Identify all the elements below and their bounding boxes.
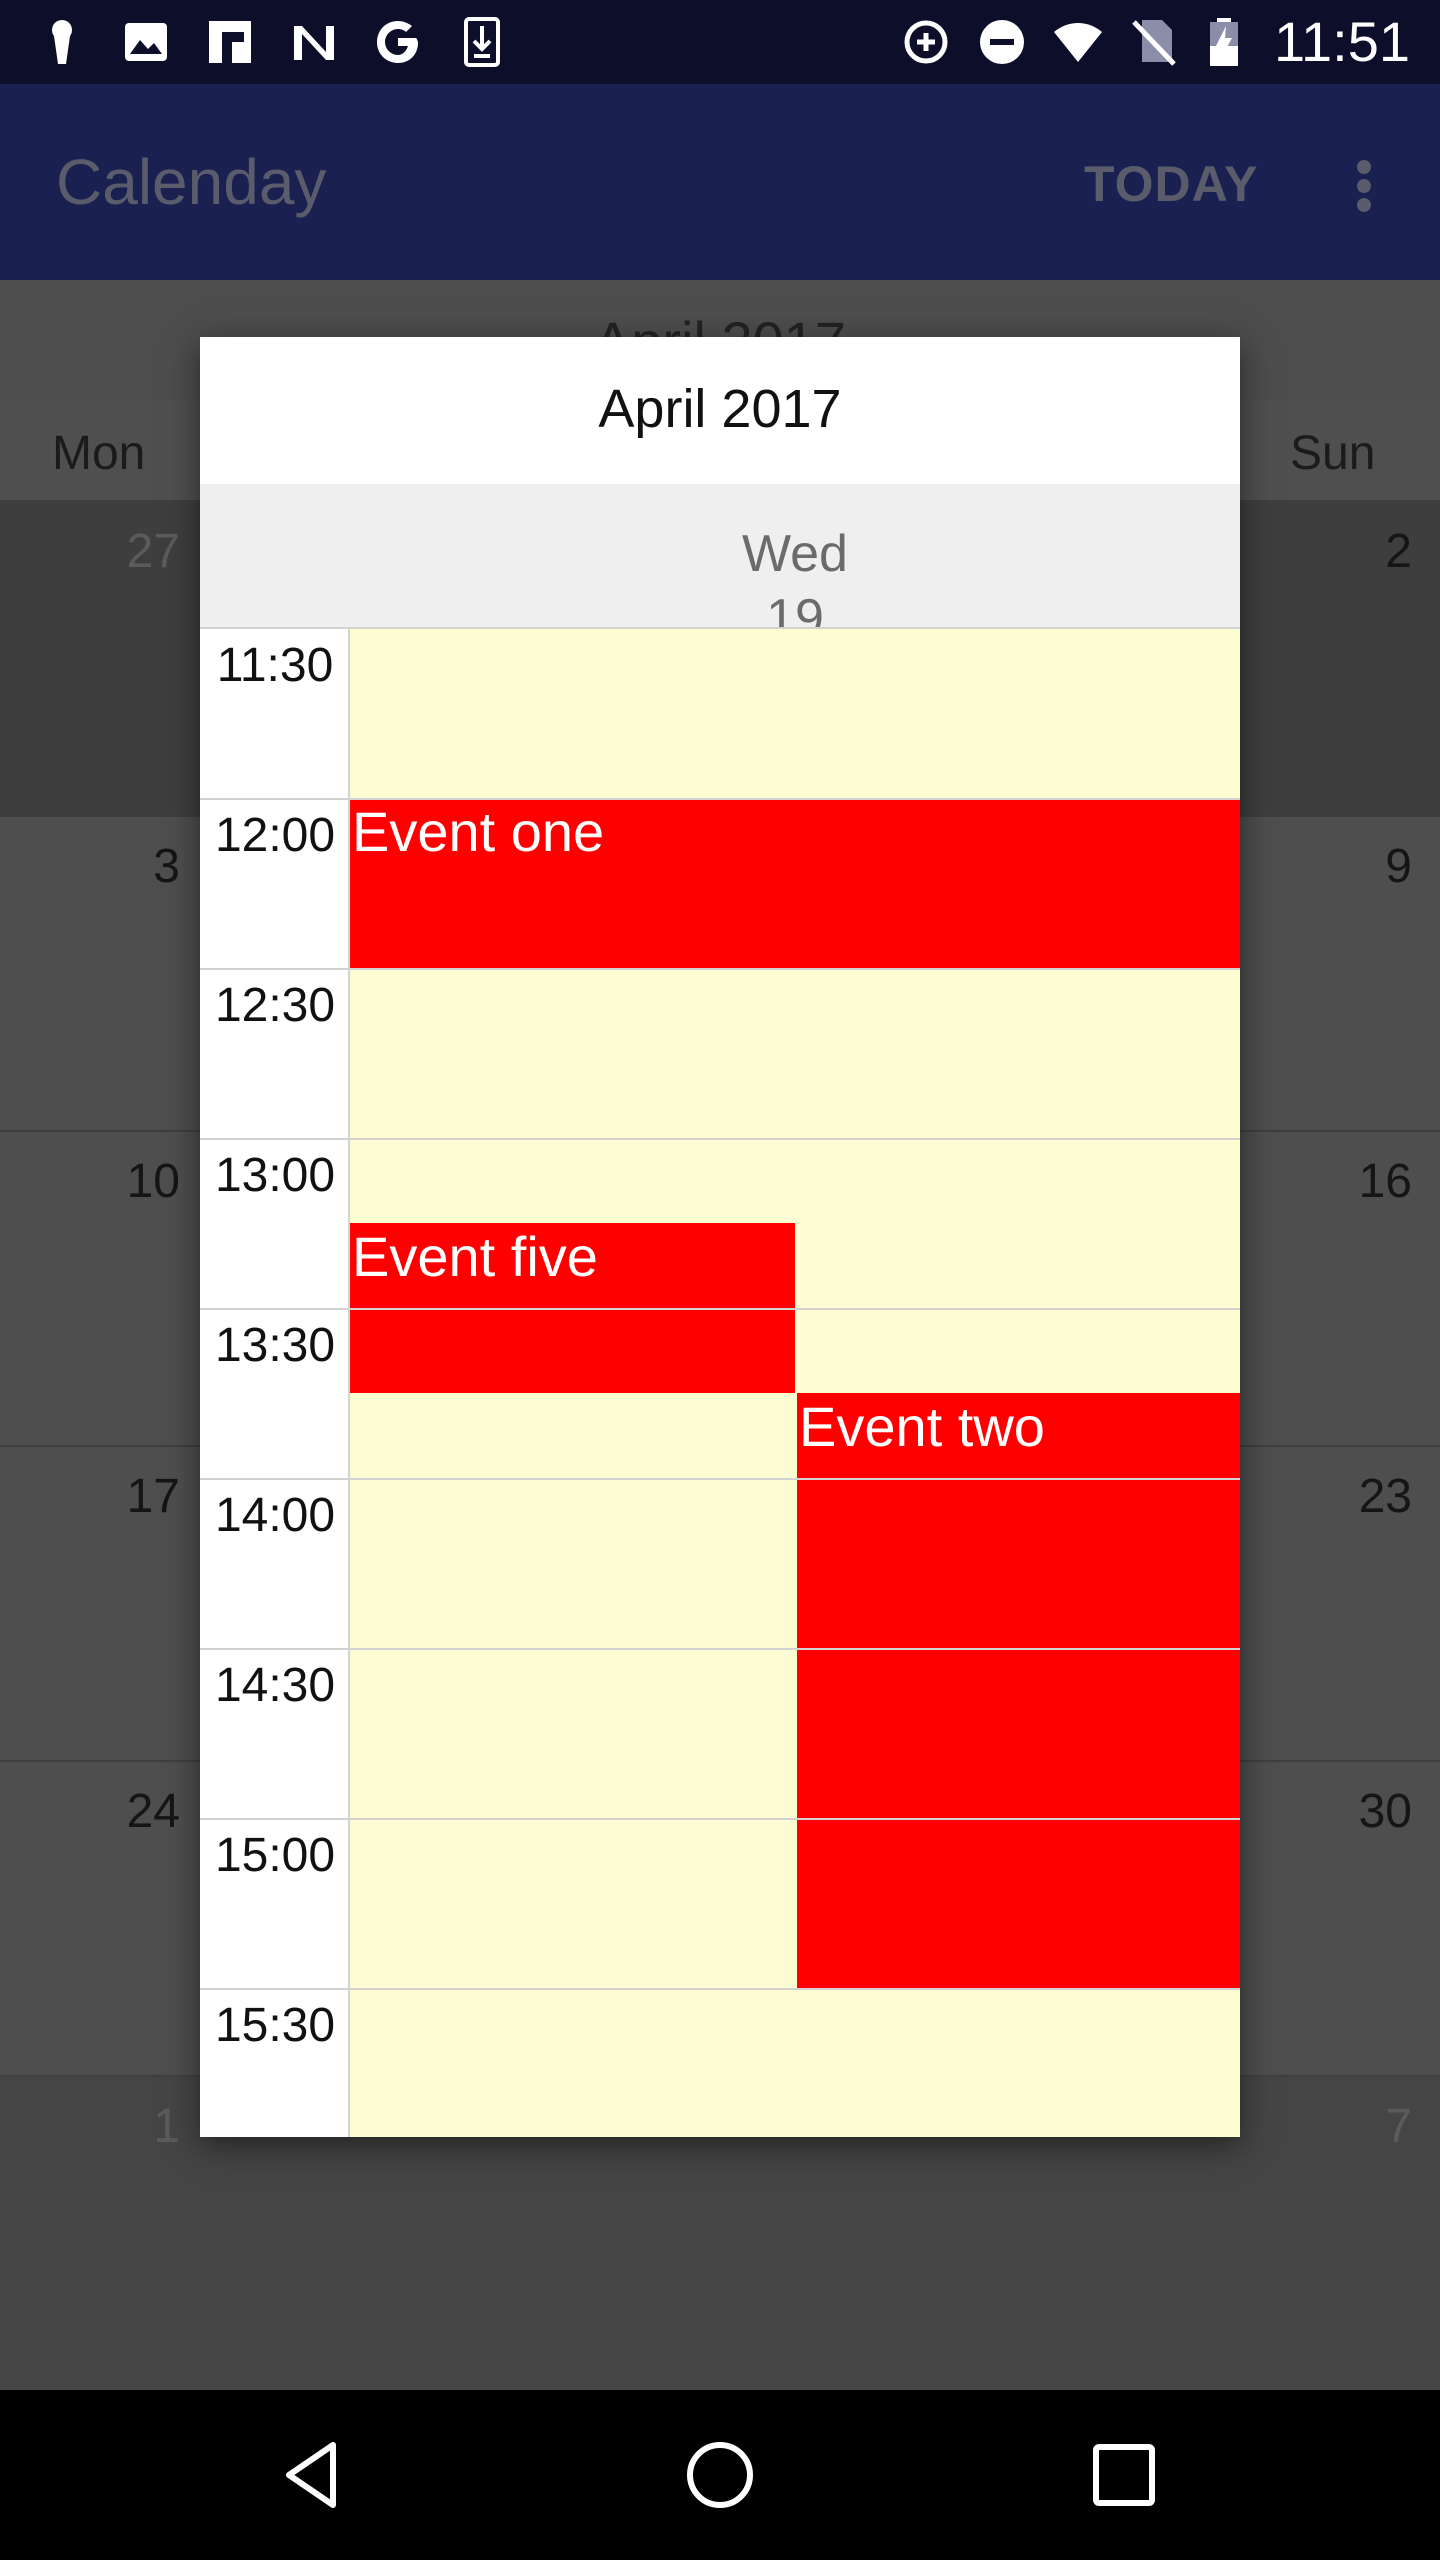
day-header: Wed 19: [200, 484, 1240, 646]
slot-divider: [200, 1308, 1240, 1310]
slot-divider: [200, 1818, 1240, 1820]
wifi-icon: [1052, 16, 1104, 68]
google-icon: [372, 16, 424, 68]
calendar-event[interactable]: Event two: [797, 1393, 1240, 1988]
slot-divider: [200, 1988, 1240, 1990]
keyhole-icon: [36, 16, 88, 68]
data-saver-icon: [900, 16, 952, 68]
app-title: Calenday: [56, 146, 327, 218]
weekday-sun: Sun: [1290, 427, 1376, 480]
day-cell[interactable]: 17: [100, 1469, 180, 1525]
day-cell[interactable]: 3: [100, 839, 180, 895]
time-slot-label: 15:30: [214, 1999, 336, 2052]
day-header-weekday: Wed: [742, 525, 848, 583]
time-slot-label: 14:30: [214, 1659, 336, 1712]
slot-divider: [200, 968, 1240, 970]
battery-charging-icon: [1198, 16, 1250, 68]
overflow-menu-icon[interactable]: [1338, 154, 1390, 218]
day-cell[interactable]: 23: [1332, 1469, 1412, 1525]
day-view-dialog: April 2017 Wed 19 11:30 12:00 12:30 13:00 13…: [200, 337, 1240, 2137]
image-icon: [120, 16, 172, 68]
navigation-bar: [0, 2390, 1440, 2560]
slot-divider: [200, 627, 1240, 629]
day-cell[interactable]: 27: [100, 524, 180, 580]
day-cell[interactable]: 1: [100, 2099, 180, 2155]
time-slot-label: 12:00: [214, 809, 336, 862]
day-cell[interactable]: 7: [1332, 2099, 1412, 2155]
app-bar: Calenday TODAY: [0, 84, 1440, 280]
day-cell[interactable]: 10: [100, 1154, 180, 1210]
flipboard-icon: [204, 16, 256, 68]
day-cell[interactable]: 2: [1332, 524, 1412, 580]
no-sim-icon: [1128, 16, 1180, 68]
time-slot-label: 15:00: [214, 1829, 336, 1882]
day-timeline[interactable]: 11:30 12:00 12:30 13:00 13:30 14:00 14:30 15:00…: [200, 627, 1240, 2137]
status-bar: 11:51: [0, 0, 1440, 84]
nyt-icon: [288, 16, 340, 68]
day-cell[interactable]: 24: [100, 1784, 180, 1840]
day-cell[interactable]: 16: [1332, 1154, 1412, 1210]
slot-divider: [200, 1478, 1240, 1480]
back-icon[interactable]: [275, 2435, 355, 2515]
dialog-title: April 2017: [598, 379, 842, 439]
day-cell[interactable]: 30: [1332, 1784, 1412, 1840]
events-area[interactable]: Event one Event five Event two: [350, 627, 1240, 2137]
home-icon[interactable]: [680, 2435, 760, 2515]
slot-divider: [200, 798, 1240, 800]
time-slot-label: 12:30: [214, 979, 336, 1032]
slot-divider: [200, 1648, 1240, 1650]
time-slot-label: 11:30: [216, 639, 334, 692]
weekday-mon: Mon: [52, 427, 146, 480]
time-slot-label: 14:00: [214, 1489, 336, 1542]
today-button[interactable]: TODAY: [1084, 154, 1259, 214]
day-cell[interactable]: 9: [1332, 839, 1412, 895]
time-slot-label: 13:30: [214, 1319, 336, 1372]
download-icon: [456, 16, 508, 68]
slot-divider: [200, 1138, 1240, 1140]
calendar-event[interactable]: Event one: [350, 798, 1240, 968]
do-not-disturb-icon: [976, 16, 1028, 68]
time-slot-label: 13:00: [214, 1149, 336, 1202]
status-bar-time: 11:51: [1274, 10, 1410, 73]
time-column: 11:30 12:00 12:30 13:00 13:30 14:00 14:30 15:00…: [200, 627, 350, 2137]
recents-icon[interactable]: [1084, 2435, 1164, 2515]
